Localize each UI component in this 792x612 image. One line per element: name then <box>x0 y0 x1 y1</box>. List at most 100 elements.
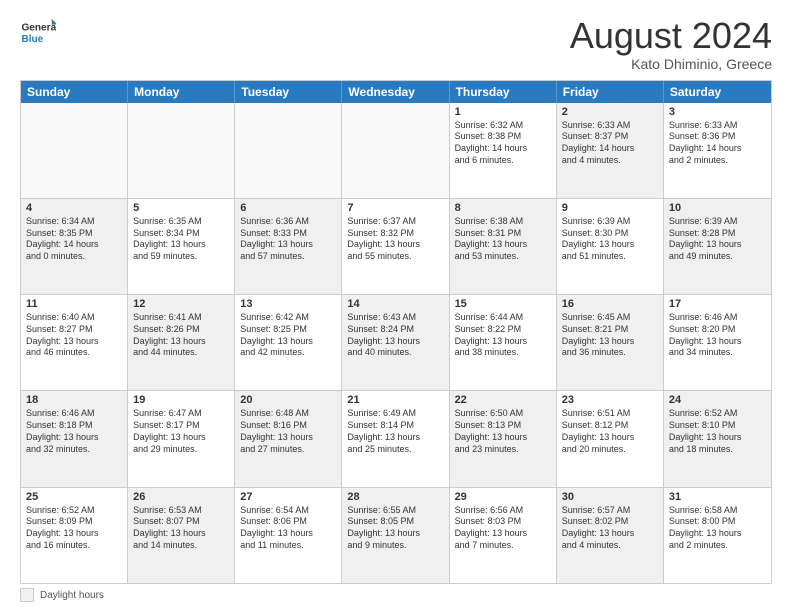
cell-info: Sunrise: 6:42 AMSunset: 8:25 PMDaylight:… <box>240 312 336 359</box>
calendar-cell: 23 Sunrise: 6:51 AMSunset: 8:12 PMDayligh… <box>557 391 664 486</box>
empty-cell <box>128 103 235 198</box>
empty-cell <box>21 103 128 198</box>
day-number: 4 <box>26 202 122 214</box>
day-number: 11 <box>26 298 122 310</box>
cell-info: Sunrise: 6:52 AMSunset: 8:10 PMDaylight:… <box>669 408 766 455</box>
day-number: 24 <box>669 394 766 406</box>
cell-info: Sunrise: 6:39 AMSunset: 8:28 PMDaylight:… <box>669 216 766 263</box>
day-number: 22 <box>455 394 551 406</box>
cell-info: Sunrise: 6:35 AMSunset: 8:34 PMDaylight:… <box>133 216 229 263</box>
calendar-week: 11 Sunrise: 6:40 AMSunset: 8:27 PMDayligh… <box>21 295 771 391</box>
calendar-cell: 13 Sunrise: 6:42 AMSunset: 8:25 PMDayligh… <box>235 295 342 390</box>
svg-text:General: General <box>21 22 56 33</box>
cell-info: Sunrise: 6:55 AMSunset: 8:05 PMDaylight:… <box>347 505 443 552</box>
day-of-week-header: Thursday <box>450 81 557 103</box>
calendar-cell: 16 Sunrise: 6:45 AMSunset: 8:21 PMDayligh… <box>557 295 664 390</box>
calendar-cell: 8 Sunrise: 6:38 AMSunset: 8:31 PMDaylight… <box>450 199 557 294</box>
day-number: 20 <box>240 394 336 406</box>
calendar-cell: 17Sunrise: 6:46 AMSunset: 8:20 PMDayligh… <box>664 295 771 390</box>
cell-info: Sunrise: 6:46 AMSunset: 8:20 PMDaylight:… <box>669 312 766 359</box>
day-number: 21 <box>347 394 443 406</box>
day-number: 23 <box>562 394 658 406</box>
calendar-cell: 7 Sunrise: 6:37 AMSunset: 8:32 PMDaylight… <box>342 199 449 294</box>
day-of-week-header: Tuesday <box>235 81 342 103</box>
calendar-cell: 10 Sunrise: 6:39 AMSunset: 8:28 PMDayligh… <box>664 199 771 294</box>
calendar-cell: 19 Sunrise: 6:47 AMSunset: 8:17 PMDayligh… <box>128 391 235 486</box>
day-number: 3 <box>669 106 766 118</box>
day-of-week-header: Sunday <box>21 81 128 103</box>
calendar-cell: 31 Sunrise: 6:58 AMSunset: 8:00 PMDayligh… <box>664 488 771 583</box>
day-number: 6 <box>240 202 336 214</box>
day-number: 9 <box>562 202 658 214</box>
day-number: 1 <box>455 106 551 118</box>
calendar-cell: 2 Sunrise: 6:33 AMSunset: 8:37 PMDaylight… <box>557 103 664 198</box>
calendar-cell: 22 Sunrise: 6:50 AMSunset: 8:13 PMDayligh… <box>450 391 557 486</box>
day-number: 31 <box>669 491 766 503</box>
day-number: 26 <box>133 491 229 503</box>
header: General Blue August 2024 Kato Dhiminio, … <box>20 16 772 72</box>
cell-info: Sunrise: 6:48 AMSunset: 8:16 PMDaylight:… <box>240 408 336 455</box>
day-number: 30 <box>562 491 658 503</box>
title-block: August 2024 Kato Dhiminio, Greece <box>570 16 772 72</box>
cell-info: Sunrise: 6:47 AMSunset: 8:17 PMDaylight:… <box>133 408 229 455</box>
cell-info: Sunrise: 6:40 AMSunset: 8:27 PMDaylight:… <box>26 312 122 359</box>
day-number: 8 <box>455 202 551 214</box>
cell-info: Sunrise: 6:56 AMSunset: 8:03 PMDaylight:… <box>455 505 551 552</box>
cell-info: Sunrise: 6:46 AMSunset: 8:18 PMDaylight:… <box>26 408 122 455</box>
logo-svg: General Blue <box>20 16 56 52</box>
cell-info: Sunrise: 6:45 AMSunset: 8:21 PMDaylight:… <box>562 312 658 359</box>
cell-info: Sunrise: 6:39 AMSunset: 8:30 PMDaylight:… <box>562 216 658 263</box>
calendar-cell: 15 Sunrise: 6:44 AMSunset: 8:22 PMDayligh… <box>450 295 557 390</box>
day-of-week-header: Saturday <box>664 81 771 103</box>
day-of-week-header: Wednesday <box>342 81 449 103</box>
page: General Blue August 2024 Kato Dhiminio, … <box>0 0 792 612</box>
calendar-cell: 6 Sunrise: 6:36 AMSunset: 8:33 PMDaylight… <box>235 199 342 294</box>
cell-info: Sunrise: 6:53 AMSunset: 8:07 PMDaylight:… <box>133 505 229 552</box>
day-number: 25 <box>26 491 122 503</box>
cell-info: Sunrise: 6:36 AMSunset: 8:33 PMDaylight:… <box>240 216 336 263</box>
calendar-week: 18Sunrise: 6:46 AMSunset: 8:18 PMDayligh… <box>21 391 771 487</box>
day-number: 10 <box>669 202 766 214</box>
calendar-cell: 27Sunrise: 6:54 AMSunset: 8:06 PMDayligh… <box>235 488 342 583</box>
empty-cell <box>342 103 449 198</box>
legend-box <box>20 588 34 602</box>
calendar-cell: 26 Sunrise: 6:53 AMSunset: 8:07 PMDayligh… <box>128 488 235 583</box>
cell-info: Sunrise: 6:33 AMSunset: 8:36 PMDaylight:… <box>669 120 766 167</box>
day-number: 13 <box>240 298 336 310</box>
cell-info: Sunrise: 6:41 AMSunset: 8:26 PMDaylight:… <box>133 312 229 359</box>
cell-info: Sunrise: 6:34 AMSunset: 8:35 PMDaylight:… <box>26 216 122 263</box>
day-number: 7 <box>347 202 443 214</box>
location-subtitle: Kato Dhiminio, Greece <box>570 56 772 72</box>
cell-info: Sunrise: 6:51 AMSunset: 8:12 PMDaylight:… <box>562 408 658 455</box>
calendar-cell: 24 Sunrise: 6:52 AMSunset: 8:10 PMDayligh… <box>664 391 771 486</box>
day-number: 15 <box>455 298 551 310</box>
day-number: 12 <box>133 298 229 310</box>
logo: General Blue <box>20 16 56 52</box>
cell-info: Sunrise: 6:43 AMSunset: 8:24 PMDaylight:… <box>347 312 443 359</box>
calendar-cell: 30Sunrise: 6:57 AMSunset: 8:02 PMDayligh… <box>557 488 664 583</box>
calendar-cell: 12 Sunrise: 6:41 AMSunset: 8:26 PMDayligh… <box>128 295 235 390</box>
cell-info: Sunrise: 6:50 AMSunset: 8:13 PMDaylight:… <box>455 408 551 455</box>
empty-cell <box>235 103 342 198</box>
calendar-cell: 25 Sunrise: 6:52 AMSunset: 8:09 PMDayligh… <box>21 488 128 583</box>
calendar-header: SundayMondayTuesdayWednesdayThursdayFrid… <box>21 81 771 103</box>
calendar-cell: 14Sunrise: 6:43 AMSunset: 8:24 PMDayligh… <box>342 295 449 390</box>
cell-info: Sunrise: 6:38 AMSunset: 8:31 PMDaylight:… <box>455 216 551 263</box>
calendar-cell: 9 Sunrise: 6:39 AMSunset: 8:30 PMDaylight… <box>557 199 664 294</box>
cell-info: Sunrise: 6:33 AMSunset: 8:37 PMDaylight:… <box>562 120 658 167</box>
cell-info: Sunrise: 6:44 AMSunset: 8:22 PMDaylight:… <box>455 312 551 359</box>
day-number: 16 <box>562 298 658 310</box>
day-number: 2 <box>562 106 658 118</box>
calendar-cell: 1Sunrise: 6:32 AMSunset: 8:38 PMDaylight… <box>450 103 557 198</box>
cell-info: Sunrise: 6:49 AMSunset: 8:14 PMDaylight:… <box>347 408 443 455</box>
day-number: 5 <box>133 202 229 214</box>
day-number: 29 <box>455 491 551 503</box>
calendar: SundayMondayTuesdayWednesdayThursdayFrid… <box>20 80 772 584</box>
day-number: 19 <box>133 394 229 406</box>
cell-info: Sunrise: 6:37 AMSunset: 8:32 PMDaylight:… <box>347 216 443 263</box>
calendar-cell: 5 Sunrise: 6:35 AMSunset: 8:34 PMDaylight… <box>128 199 235 294</box>
cell-info: Sunrise: 6:58 AMSunset: 8:00 PMDaylight:… <box>669 505 766 552</box>
cell-info: Sunrise: 6:52 AMSunset: 8:09 PMDaylight:… <box>26 505 122 552</box>
legend-label: Daylight hours <box>40 590 104 601</box>
calendar-cell: 28Sunrise: 6:55 AMSunset: 8:05 PMDayligh… <box>342 488 449 583</box>
